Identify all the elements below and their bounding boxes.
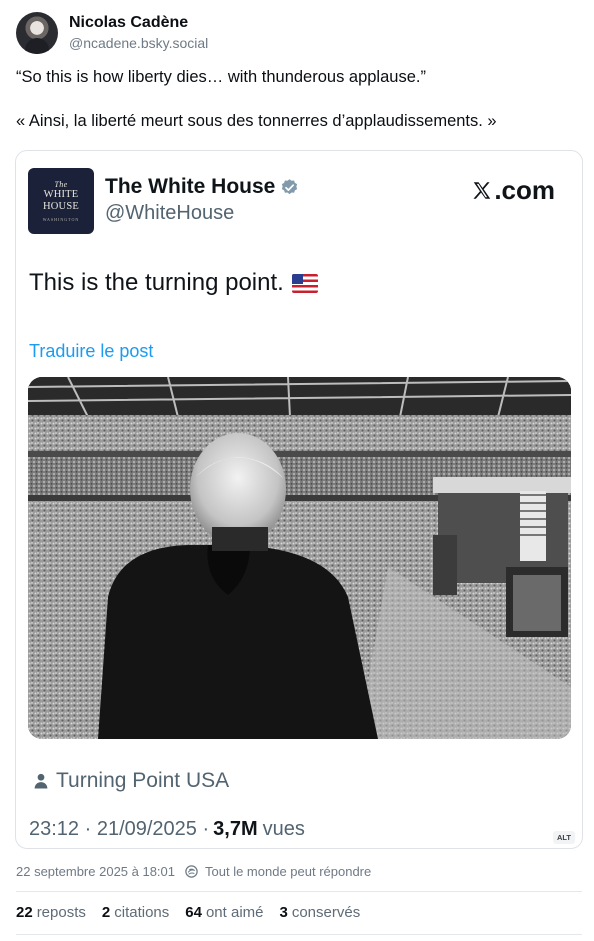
logo-the-text: The	[54, 180, 68, 189]
stat-likes-label: ont aimé	[205, 904, 264, 921]
tweet-account-row: The White House	[105, 175, 299, 199]
x-logo-icon	[473, 181, 491, 199]
author-avatar[interactable]	[16, 12, 58, 54]
x-site-link[interactable]: .com	[471, 175, 555, 206]
stat-reposts-label: reposts	[36, 904, 86, 921]
logo-house-text: HOUSE	[42, 201, 79, 212]
stat-reposts-count: 22	[16, 904, 33, 921]
stat-saves-label: conservés	[291, 904, 361, 921]
translate-post-link[interactable]: Traduire le post	[29, 341, 153, 362]
reply-setting-label[interactable]: Tout le monde peut répondre	[205, 864, 371, 879]
reply-setting-icon	[185, 865, 198, 878]
tweet-views-label: vues	[262, 818, 305, 840]
stat-citations-count: 2	[101, 904, 111, 921]
post-date: 22 septembre 2025 à 18:01	[16, 864, 176, 879]
logo-white-text: WHITE	[43, 189, 79, 200]
tweet-location-label: Turning Point USA	[56, 769, 230, 792]
stat-reposts[interactable]: 22 reposts	[16, 904, 86, 921]
alt-text-badge[interactable]: ALT	[552, 831, 575, 844]
post-text-english: “So this is how liberty dies… with thund…	[16, 68, 426, 86]
stat-likes-count: 64	[185, 904, 202, 921]
tweet-account-name[interactable]: The White House	[105, 175, 275, 199]
x-site-label: .com	[494, 175, 555, 205]
tweet-photo[interactable]	[28, 377, 571, 739]
author-names: Nicolas Cadène @ncadene.bsky.social	[69, 13, 208, 53]
author-handle[interactable]: @ncadene.bsky.social	[69, 34, 208, 53]
white-house-logo: The WHITE HOUSE WASHINGTON	[28, 168, 94, 234]
author-display-name[interactable]: Nicolas Cadène	[69, 13, 208, 33]
verified-badge-icon	[282, 178, 298, 194]
tweet-text: This is the turning point.	[29, 269, 318, 297]
logo-tiny-text: WASHINGTON	[42, 217, 80, 222]
stat-saves-count: 3	[279, 904, 288, 921]
post-stats: 22 reposts 2 citations 64 ont aimé 3 conserv…	[16, 904, 376, 921]
post-text-french: « Ainsi, la liberté meurt sous des tonne…	[16, 112, 497, 130]
divider-top	[16, 891, 582, 892]
post-footer: 22 septembre 2025 à 18:01 Tout le monde …	[16, 864, 371, 879]
us-flag-icon	[291, 273, 318, 293]
stat-citations-label: citations	[114, 904, 170, 921]
stat-likes[interactable]: 64 ont aimé	[185, 904, 263, 921]
tweet-views-count: 3,7M	[213, 818, 258, 840]
tweet-location[interactable]: Turning Point USA	[32, 769, 229, 793]
tweet-account-handle[interactable]: @WhiteHouse	[105, 202, 234, 225]
person-icon	[34, 773, 48, 789]
post-text: “So this is how liberty dies… with thund…	[16, 66, 582, 154]
stadium-crowd-image	[28, 377, 571, 739]
tweet-text-content: This is the turning point.	[29, 269, 284, 296]
post-header: Nicolas Cadène @ncadene.bsky.social	[16, 12, 208, 54]
embedded-tweet-card[interactable]: The WHITE HOUSE WASHINGTON The White Hou…	[15, 150, 583, 849]
stat-citations[interactable]: 2 citations	[102, 904, 169, 921]
divider-bottom	[16, 934, 582, 935]
tweet-meta: 23:12 · 21/09/2025 · 3,7M vues	[29, 818, 305, 841]
tweet-timestamp[interactable]: 23:12 · 21/09/2025 ·	[29, 818, 209, 841]
stat-saves[interactable]: 3 conservés	[280, 904, 361, 921]
